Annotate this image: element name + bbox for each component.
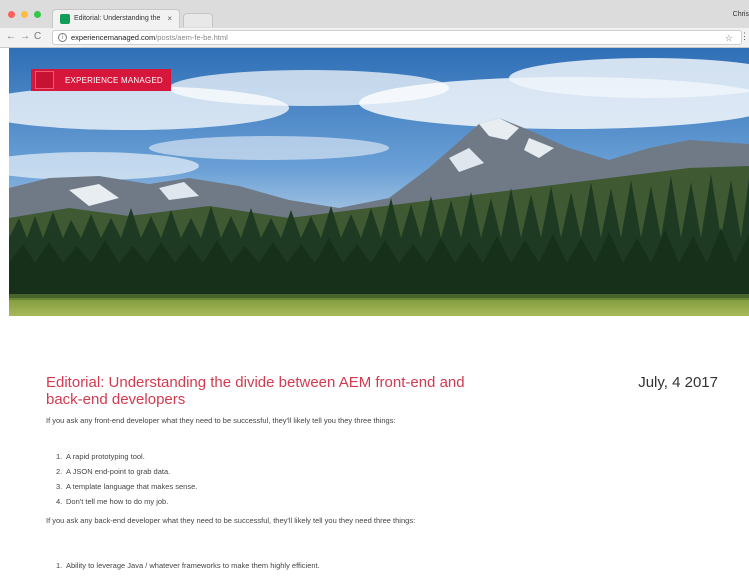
info-icon[interactable]: i (58, 33, 67, 42)
reload-icon[interactable]: C (34, 31, 41, 43)
article-title: Editorial: Understanding the divide betw… (46, 374, 465, 408)
star-icon[interactable]: ☆ (725, 32, 733, 44)
list-item: 2. A JSON end-point to grab data. (56, 467, 171, 476)
close-window-button[interactable] (8, 11, 15, 18)
url-text[interactable]: experiencemanaged.com/posts/aem-fe-be.ht… (71, 32, 228, 44)
favicon-icon (60, 14, 70, 24)
list-item: 1. Ability to leverage Java / whatever fr… (56, 561, 320, 570)
menu-icon[interactable]: ⋮ (740, 31, 749, 42)
list-item: 4. Don't tell me how to do my job. (56, 497, 169, 506)
back-arrow-icon[interactable]: ← (6, 31, 16, 43)
site-logo[interactable]: EXPERIENCE MANAGED (31, 69, 171, 91)
logo-square-icon (33, 69, 56, 91)
browser-tab-bar: Editorial: Understanding the d × Chris (0, 0, 749, 28)
url-host: experiencemanaged.com (71, 33, 156, 42)
list-item: 3. A template language that makes sense. (56, 482, 198, 491)
maximize-window-button[interactable] (34, 11, 41, 18)
browser-tab-active[interactable]: Editorial: Understanding the d × (52, 9, 180, 28)
logo-text: EXPERIENCE MANAGED (65, 75, 163, 85)
tab-title: Editorial: Understanding the d (74, 15, 160, 22)
new-tab-button[interactable] (183, 13, 213, 27)
paragraph-frontend-intro: If you ask any front-end developer what … (46, 416, 396, 425)
profile-name[interactable]: Chris (733, 11, 749, 18)
article-date: July, 4 2017 (638, 374, 718, 391)
backend-needs-list: 1. Ability to leverage Java / whatever fr… (56, 561, 320, 576)
tab-close-icon[interactable]: × (167, 13, 172, 25)
frontend-needs-list: 1. A rapid prototyping tool. 2. A JSON end… (56, 452, 197, 512)
browser-toolbar: ← → C i experiencemanaged.com/posts/aem-… (0, 28, 749, 48)
minimize-window-button[interactable] (21, 11, 28, 18)
hero-image: EXPERIENCE MANAGED (9, 48, 749, 316)
list-item: 1. A rapid prototyping tool. (56, 452, 145, 461)
url-path: /posts/aem-fe-be.html (155, 33, 228, 42)
address-bar[interactable]: i experiencemanaged.com/posts/aem-fe-be.… (52, 30, 742, 45)
forward-arrow-icon[interactable]: → (20, 31, 30, 43)
paragraph-backend-intro: If you ask any back-end developer what t… (46, 516, 416, 525)
